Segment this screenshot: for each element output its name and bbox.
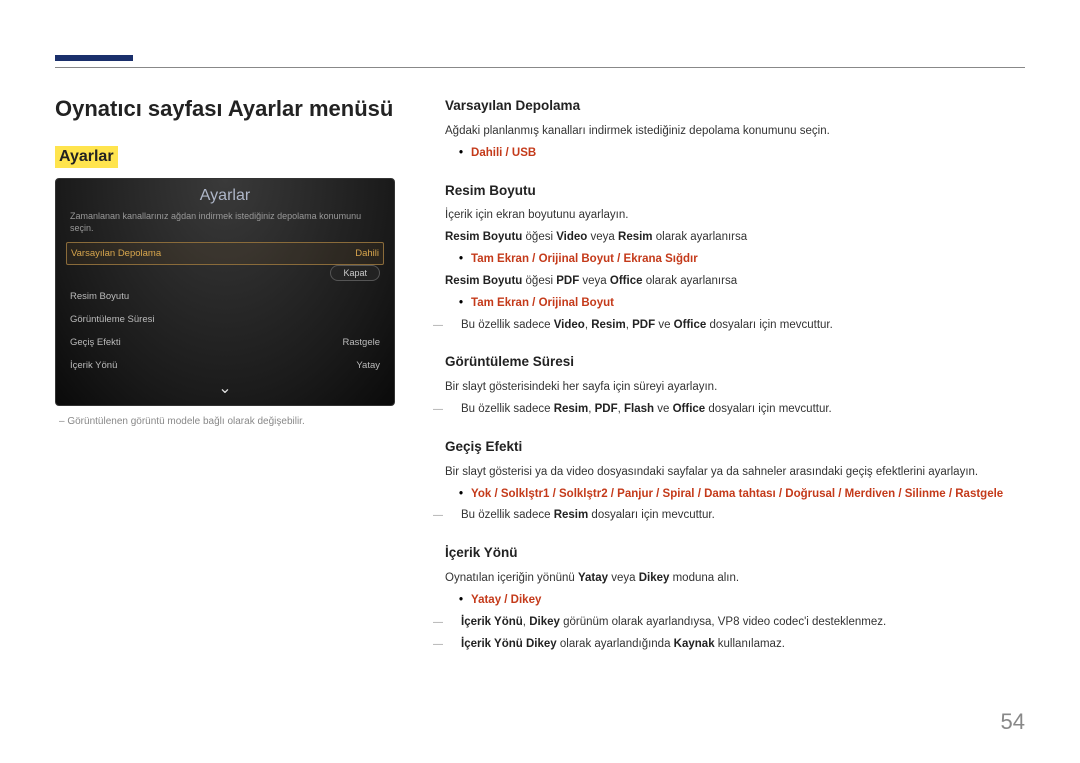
left-footnote: – Görüntülenen görüntü modele bağlı olar… [55, 416, 395, 427]
ui-mock-title: Ayarlar [56, 179, 394, 211]
section-orientation: İçerik Yönü Oynatılan içeriğin yönünü Ya… [445, 543, 1025, 653]
heading-default-storage: Varsayılan Depolama [445, 96, 1025, 117]
ui-mock-desc: Zamanlanan kanallarınız ağdan indirmek i… [56, 211, 394, 242]
ui-row-default-storage: Varsayılan Depolama Dahili [66, 242, 384, 265]
section-image-size: Resim Boyutu İçerik için ekran boyutunu … [445, 181, 1025, 335]
ui-row-duration: Görüntüleme Süresi [56, 308, 394, 331]
section-transition: Geçiş Efekti Bir slayt gösterisi ya da v… [445, 437, 1025, 525]
ui-row-orientation: İçerik Yönü Yatay [56, 354, 394, 377]
heading-duration: Görüntüleme Süresi [445, 352, 1025, 373]
close-button: Kapat [330, 265, 380, 281]
ui-row-image-size: Resim Boyutu [56, 285, 394, 308]
chevron-down-icon: ⌄ [56, 377, 394, 397]
section-default-storage: Varsayılan Depolama Ağdaki planlanmış ka… [445, 96, 1025, 163]
ui-row-transition: Geçiş Efekti Rastgele [56, 331, 394, 354]
heading-image-size: Resim Boyutu [445, 181, 1025, 202]
ui-close-row: Kapat [56, 265, 394, 285]
page-title: Oynatıcı sayfası Ayarlar menüsü [55, 96, 395, 122]
settings-highlight: Ayarlar [55, 146, 118, 168]
heading-orientation: İçerik Yönü [445, 543, 1025, 564]
settings-ui-mock: Ayarlar Zamanlanan kanallarınız ağdan in… [55, 178, 395, 406]
heading-transition: Geçiş Efekti [445, 437, 1025, 458]
page-number: 54 [1001, 709, 1025, 735]
section-duration: Görüntüleme Süresi Bir slayt gösterisind… [445, 352, 1025, 419]
